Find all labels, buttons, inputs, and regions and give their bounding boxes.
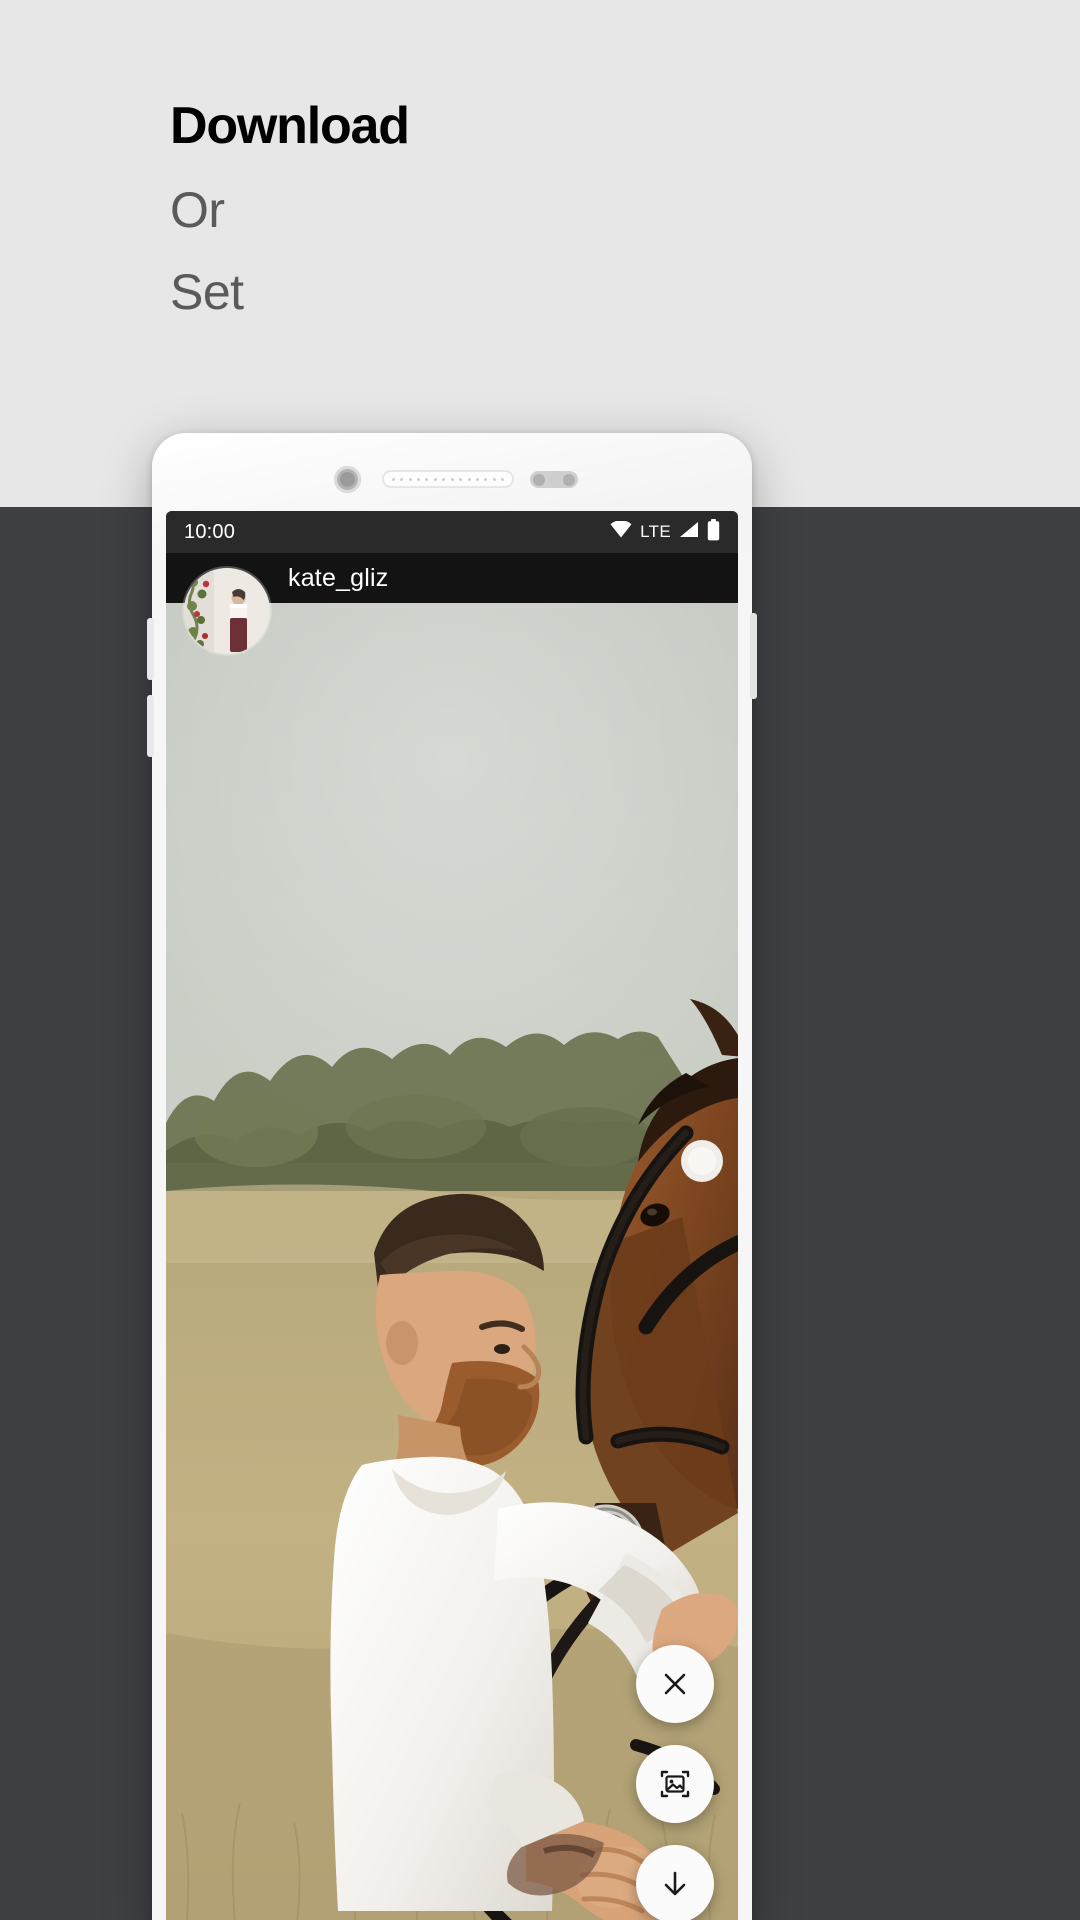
story-username[interactable]: kate_gliz <box>288 564 388 593</box>
image-wallpaper-icon <box>658 1767 692 1801</box>
phone-screen: 10:00 LTE kate_gliz <box>166 511 738 1920</box>
promo-line-or: Or <box>170 182 225 238</box>
promo-line-download: Download <box>170 97 410 155</box>
proximity-sensor-icon <box>530 471 578 488</box>
promo-line-set: Set <box>170 264 244 320</box>
network-type-label: LTE <box>640 522 671 541</box>
close-icon <box>660 1669 690 1699</box>
status-bar-indicators: LTE <box>610 518 720 546</box>
battery-icon <box>707 518 720 546</box>
volume-up-button[interactable] <box>147 618 154 680</box>
power-button[interactable] <box>750 613 757 699</box>
earpiece-speaker-icon <box>382 470 514 488</box>
download-button[interactable] <box>636 1845 714 1920</box>
wifi-icon <box>610 520 632 543</box>
volume-down-button[interactable] <box>147 695 154 757</box>
cellular-signal-icon <box>679 521 699 543</box>
status-bar: 10:00 LTE <box>166 511 738 553</box>
promo-headline: Download Or Set <box>170 100 870 317</box>
status-bar-clock: 10:00 <box>184 520 236 543</box>
front-camera-icon <box>334 466 361 493</box>
avatar[interactable] <box>184 568 270 654</box>
close-button[interactable] <box>636 1645 714 1723</box>
phone-mockup: 10:00 LTE kate_gliz <box>147 433 757 1920</box>
set-wallpaper-button[interactable] <box>636 1745 714 1823</box>
floating-action-buttons <box>636 1645 714 1920</box>
download-arrow-icon <box>659 1868 691 1900</box>
